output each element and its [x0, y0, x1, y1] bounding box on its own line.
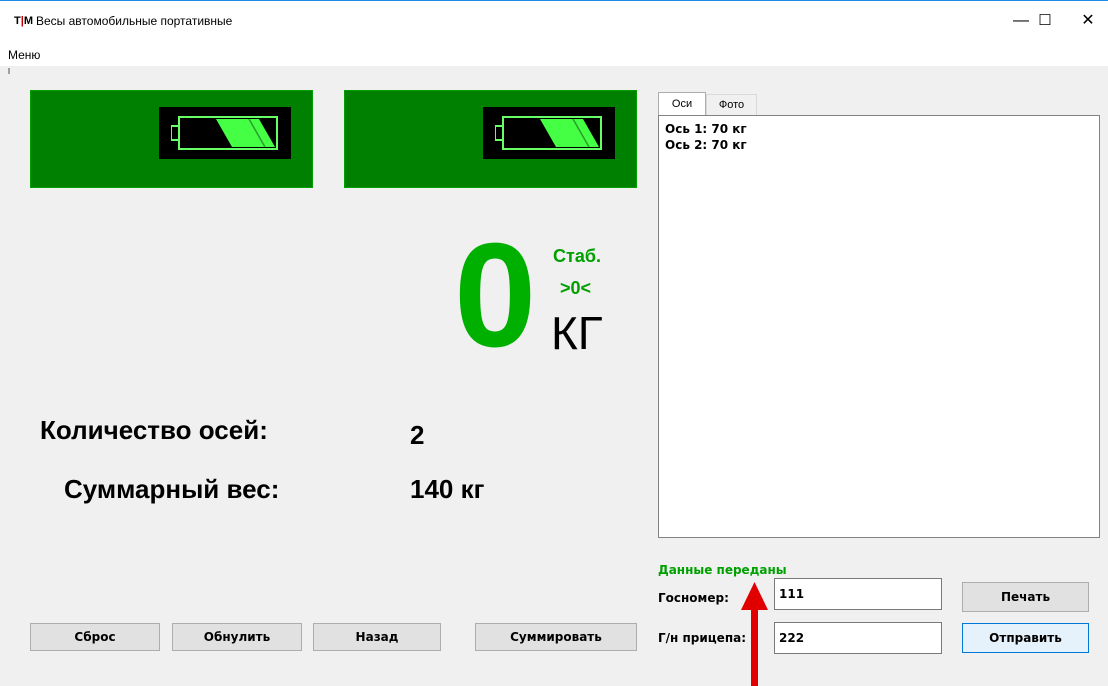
weight-value: 0 — [454, 213, 537, 378]
arrow-up-icon — [741, 582, 768, 686]
tab-axles[interactable]: Оси — [658, 92, 706, 116]
battery-icon — [171, 116, 278, 150]
trailer-plate-input[interactable]: 222 — [774, 622, 942, 654]
close-icon[interactable]: ✕ — [1068, 6, 1108, 36]
zero-button[interactable]: Обнулить — [172, 623, 302, 651]
menu-bar — [0, 44, 1108, 66]
scale-panel-1 — [30, 90, 313, 188]
toolbar-grip — [8, 68, 10, 74]
reset-button[interactable]: Сброс — [30, 623, 160, 651]
plate-input[interactable]: 111 — [774, 578, 942, 610]
plate-label: Госномер: — [658, 591, 729, 605]
list-item[interactable]: Ось 2: 70 кг — [665, 138, 747, 152]
sum-button[interactable]: Суммировать — [475, 623, 637, 651]
battery-display — [159, 107, 291, 159]
scale-panel-2 — [344, 90, 637, 188]
battery-icon — [495, 116, 602, 150]
axles-count-label: Количество осей: — [40, 415, 268, 445]
zero-indicator: >0< — [560, 278, 592, 298]
stable-indicator: Стаб. — [553, 246, 601, 266]
send-button[interactable]: Отправить — [962, 623, 1089, 653]
battery-charge-fill — [216, 119, 275, 147]
print-button[interactable]: Печать — [962, 582, 1089, 612]
status-text: Данные переданы — [658, 563, 787, 577]
axle-list[interactable]: Ось 1: 70 кг Ось 2: 70 кг — [658, 115, 1100, 538]
menu-item-main[interactable]: Меню — [8, 48, 40, 62]
total-weight-label: Суммарный вес: — [64, 474, 280, 504]
trailer-plate-label: Г/н прицепа: — [658, 631, 747, 645]
axles-count-value: 2 — [410, 420, 425, 450]
window-title: Весы автомобильные портативные — [36, 14, 233, 28]
weight-unit: КГ — [551, 307, 603, 359]
total-weight-value: 140 кг — [410, 474, 485, 504]
list-item[interactable]: Ось 1: 70 кг — [665, 122, 747, 136]
battery-charge-fill — [540, 119, 599, 147]
app-logo: T|M — [14, 15, 33, 27]
tab-photo[interactable]: Фото — [706, 94, 757, 116]
back-button[interactable]: Назад — [313, 623, 441, 651]
maximize-icon[interactable]: ☐ — [1022, 6, 1068, 36]
battery-display — [483, 107, 615, 159]
